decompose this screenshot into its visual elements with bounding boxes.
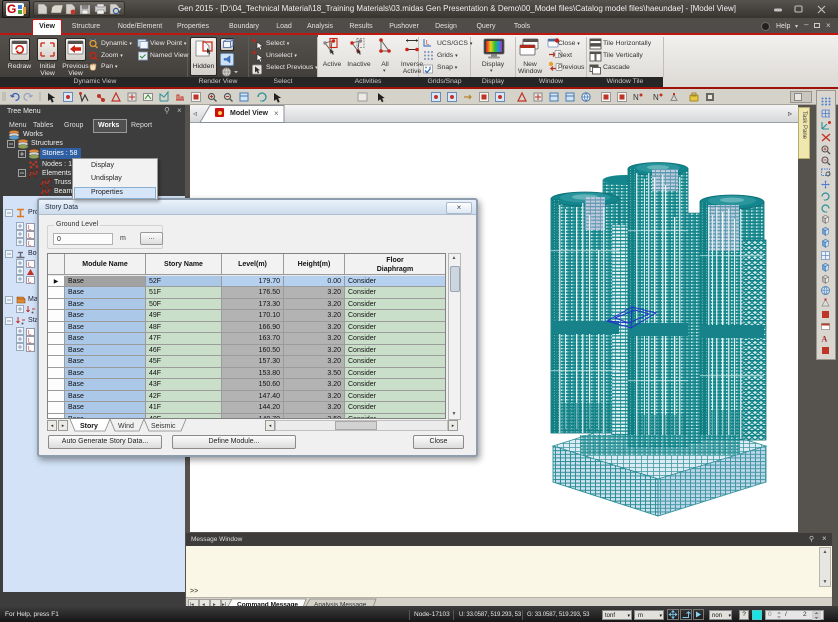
svg-text:Story: Story (80, 423, 98, 430)
svg-text:N: N (653, 93, 659, 102)
svg-text:Seismic: Seismic (151, 423, 176, 430)
svg-text:A: A (822, 335, 828, 344)
svg-text:N: N (633, 93, 639, 102)
svg-text:Wind: Wind (118, 423, 134, 430)
